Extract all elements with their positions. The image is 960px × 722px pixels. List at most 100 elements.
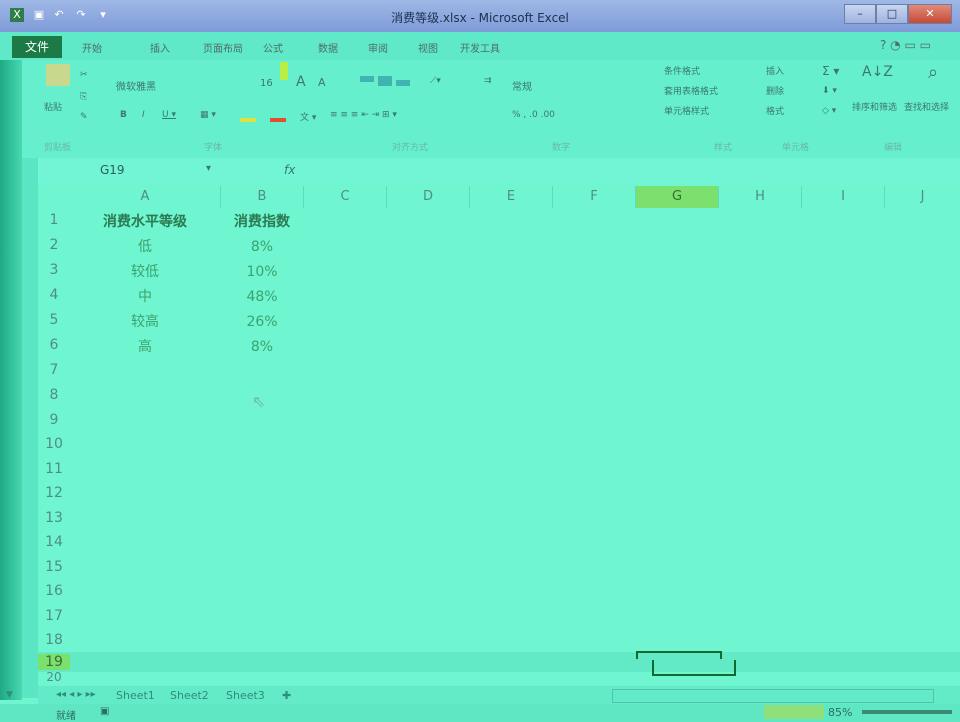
row-header-15[interactable]: 15 [38, 559, 70, 575]
row-header-17[interactable]: 17 [38, 608, 70, 624]
cell-b3[interactable]: 10% [221, 260, 303, 284]
row-header-8[interactable]: 8 [38, 387, 70, 403]
cell-a6[interactable]: 高 [70, 335, 220, 359]
view-buttons[interactable] [764, 705, 824, 719]
font-color-icon[interactable] [270, 118, 286, 122]
sheet-nav-icons[interactable]: ◂◂ ◂ ▸ ▸▸ [56, 689, 96, 700]
row-header-18[interactable]: 18 [38, 632, 70, 648]
row-header-12[interactable]: 12 [38, 485, 70, 501]
new-sheet-icon[interactable]: ✚ [282, 689, 291, 702]
align-bottom-icon[interactable] [396, 80, 410, 86]
italic-button[interactable]: I [142, 110, 145, 120]
cell-b6[interactable]: 8% [221, 335, 303, 359]
row-header-4[interactable]: 4 [38, 287, 70, 303]
cell-b2[interactable]: 8% [221, 235, 303, 259]
row-header-11[interactable]: 11 [38, 461, 70, 477]
number-format-select[interactable]: 常规 [512, 78, 532, 93]
sheet-tab-3[interactable]: Sheet3 [226, 689, 265, 702]
tab-page-layout[interactable]: 页面布局 [203, 40, 243, 55]
name-box-dropdown-icon[interactable]: ▾ [206, 163, 211, 174]
col-header-j[interactable]: J [885, 186, 960, 208]
row-header-20[interactable]: 20 [38, 670, 70, 684]
row-header-1[interactable]: 1 [38, 212, 70, 228]
align-buttons[interactable]: ≡ ≡ ≡ ⇤ ⇥ ⊞ ▾ [330, 110, 397, 120]
help-icon[interactable]: ? ◔ ▭ ▭ [880, 38, 931, 52]
col-header-c[interactable]: C [304, 186, 387, 208]
tab-data[interactable]: 数据 [318, 40, 338, 55]
col-header-f[interactable]: F [553, 186, 636, 208]
bold-button[interactable]: B [120, 110, 127, 120]
cell-a2[interactable]: 低 [70, 235, 220, 259]
format-painter-icon[interactable]: ✎ [80, 112, 88, 122]
underline-button[interactable]: U ▾ [162, 110, 176, 120]
find-select-label[interactable]: 查找和选择 [904, 100, 949, 113]
insert-function-icon[interactable]: fx [284, 163, 295, 177]
minimize-button[interactable]: – [844, 4, 876, 24]
maximize-button[interactable]: □ [876, 4, 908, 24]
zoom-slider[interactable] [862, 710, 952, 714]
col-header-i[interactable]: I [802, 186, 885, 208]
cell-b1[interactable]: 消费指数 [221, 210, 303, 234]
cell-a3[interactable]: 较低 [70, 260, 220, 284]
cell-a4[interactable]: 中 [70, 285, 220, 309]
border-icon[interactable]: ▦ ▾ [200, 110, 216, 120]
tab-review[interactable]: 审阅 [368, 40, 388, 55]
row-header-2[interactable]: 2 [38, 237, 70, 253]
sort-filter-label[interactable]: 排序和筛选 [852, 100, 897, 113]
col-header-a[interactable]: A [70, 186, 221, 208]
tab-home[interactable]: 开始 [82, 40, 102, 55]
col-header-b[interactable]: B [221, 186, 304, 208]
align-top-icon[interactable] [360, 76, 374, 82]
tab-insert[interactable]: 插入 [150, 40, 170, 55]
font-name-select[interactable]: 微软雅黑 [116, 78, 156, 93]
shrink-font-icon[interactable]: A [318, 76, 326, 89]
sheet-tab-1[interactable]: Sheet1 [116, 689, 155, 702]
cell-styles-button[interactable]: 单元格样式 [664, 104, 709, 117]
fill-icon[interactable]: ⬇ ▾ [822, 86, 837, 96]
row-header-6[interactable]: 6 [38, 337, 70, 353]
table-format-button[interactable]: 套用表格格式 [664, 84, 718, 97]
number-buttons[interactable]: % , .0 .00 [512, 110, 555, 120]
tab-developer[interactable]: 开发工具 [460, 40, 500, 55]
row-header-7[interactable]: 7 [38, 362, 70, 378]
format-cells-button[interactable]: 格式 [766, 104, 784, 117]
zoom-level[interactable]: 85% [828, 706, 852, 719]
orientation-icon[interactable]: ⟋▾ [430, 76, 441, 86]
insert-cells-button[interactable]: 插入 [766, 64, 784, 77]
paste-icon[interactable] [46, 64, 70, 86]
sort-filter-icon[interactable]: A↓Z [862, 64, 893, 80]
tab-view[interactable]: 视图 [418, 40, 438, 55]
tab-formulas[interactable]: 公式 [263, 40, 283, 55]
macro-record-icon[interactable]: ▣ [100, 706, 109, 717]
delete-cells-button[interactable]: 删除 [766, 84, 784, 97]
formula-input[interactable] [302, 160, 942, 182]
col-header-h[interactable]: H [719, 186, 802, 208]
tab-file[interactable]: 文件 [12, 36, 62, 58]
row-header-16[interactable]: 16 [38, 583, 70, 599]
row-header-19[interactable]: 19 [38, 654, 70, 670]
col-header-d[interactable]: D [387, 186, 470, 208]
row-header-5[interactable]: 5 [38, 312, 70, 328]
select-all-corner[interactable] [38, 186, 70, 208]
row-header-14[interactable]: 14 [38, 534, 70, 550]
cell-a1[interactable]: 消费水平等级 [70, 210, 220, 234]
name-box[interactable]: G19 [100, 163, 125, 177]
row-header-10[interactable]: 10 [38, 436, 70, 452]
sheet-tab-2[interactable]: Sheet2 [170, 689, 209, 702]
cell-b5[interactable]: 26% [221, 310, 303, 334]
horizontal-scrollbar[interactable] [612, 689, 934, 703]
autosum-icon[interactable]: Σ ▾ [822, 64, 839, 78]
wrap-text-icon[interactable]: ⇉ [484, 76, 492, 86]
find-select-icon[interactable]: ⌕ [928, 62, 938, 83]
copy-icon[interactable]: ⎘ [80, 92, 87, 102]
fill-color-icon[interactable] [240, 118, 256, 122]
cell-b4[interactable]: 48% [221, 285, 303, 309]
col-header-g[interactable]: G [636, 186, 719, 208]
align-middle-icon[interactable] [378, 76, 392, 86]
row-header-9[interactable]: 9 [38, 412, 70, 428]
close-button[interactable]: ✕ [908, 4, 952, 24]
scroll-down-icon[interactable]: ▼ [6, 690, 13, 700]
col-header-e[interactable]: E [470, 186, 553, 208]
grow-font-icon[interactable]: A [296, 74, 306, 90]
conditional-format-button[interactable]: 条件格式 [664, 64, 700, 77]
